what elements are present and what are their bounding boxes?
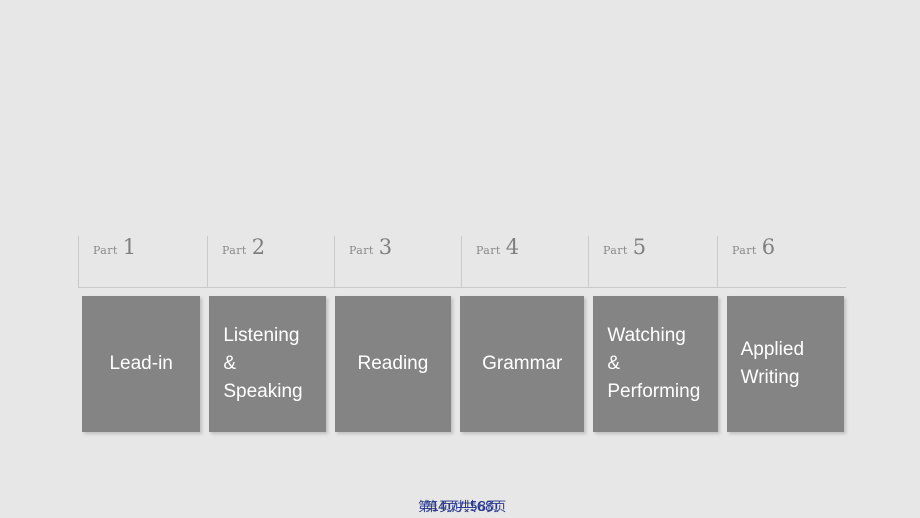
part-tile-label: Applied Writing [740,339,805,388]
part-header-5: Part 5 [588,236,717,288]
part-tile-applied-writing[interactable]: Applied Writing [726,296,844,432]
part-label: Part [603,244,628,257]
parts-tile-row: Lead-in Listening & Speaking Reading Gra… [82,296,844,432]
part-header-3: Part 3 [334,236,461,288]
part-tile-listening-speaking[interactable]: Listening & Speaking [209,296,326,432]
part-header-4: Part 4 [461,236,588,288]
part-tile-label: Watching & Performing [607,325,701,402]
part-number: 5 [632,235,647,259]
parts-header-row: Part 1 Part 2 Part 3 Part 4 Part 5 Part 6 [78,236,846,288]
part-label: Part [222,244,247,257]
footer-bar: 第4页/共68页 第1页/共58页 [0,496,920,518]
part-tile-grammar[interactable]: Grammar [460,296,585,432]
page-indicator-primary: 第1页/共58页 [418,500,500,515]
slide-canvas: Part 1 Part 2 Part 3 Part 4 Part 5 Part 6 Lead… [0,0,920,518]
part-tile-label: Reading [357,353,429,374]
part-tile-reading[interactable]: Reading [334,296,452,432]
part-number: 2 [251,235,266,259]
part-header-6: Part 6 [717,236,846,288]
part-number: 3 [378,235,393,259]
part-tile-label: Lead-in [109,353,173,374]
part-tile-lead-in[interactable]: Lead-in [82,296,201,432]
part-number: 6 [761,235,776,259]
part-number: 1 [122,235,137,259]
part-label: Part [349,244,374,257]
part-tile-label: Grammar [482,353,563,374]
part-tile-label: Listening & Speaking [223,325,303,402]
part-tile-watching-performing[interactable]: Watching & Performing [593,296,718,432]
part-header-2: Part 2 [207,236,334,288]
part-number: 4 [505,235,520,259]
part-header-1: Part 1 [78,236,207,288]
part-label: Part [93,244,118,257]
part-label: Part [732,244,757,257]
part-label: Part [476,244,501,257]
